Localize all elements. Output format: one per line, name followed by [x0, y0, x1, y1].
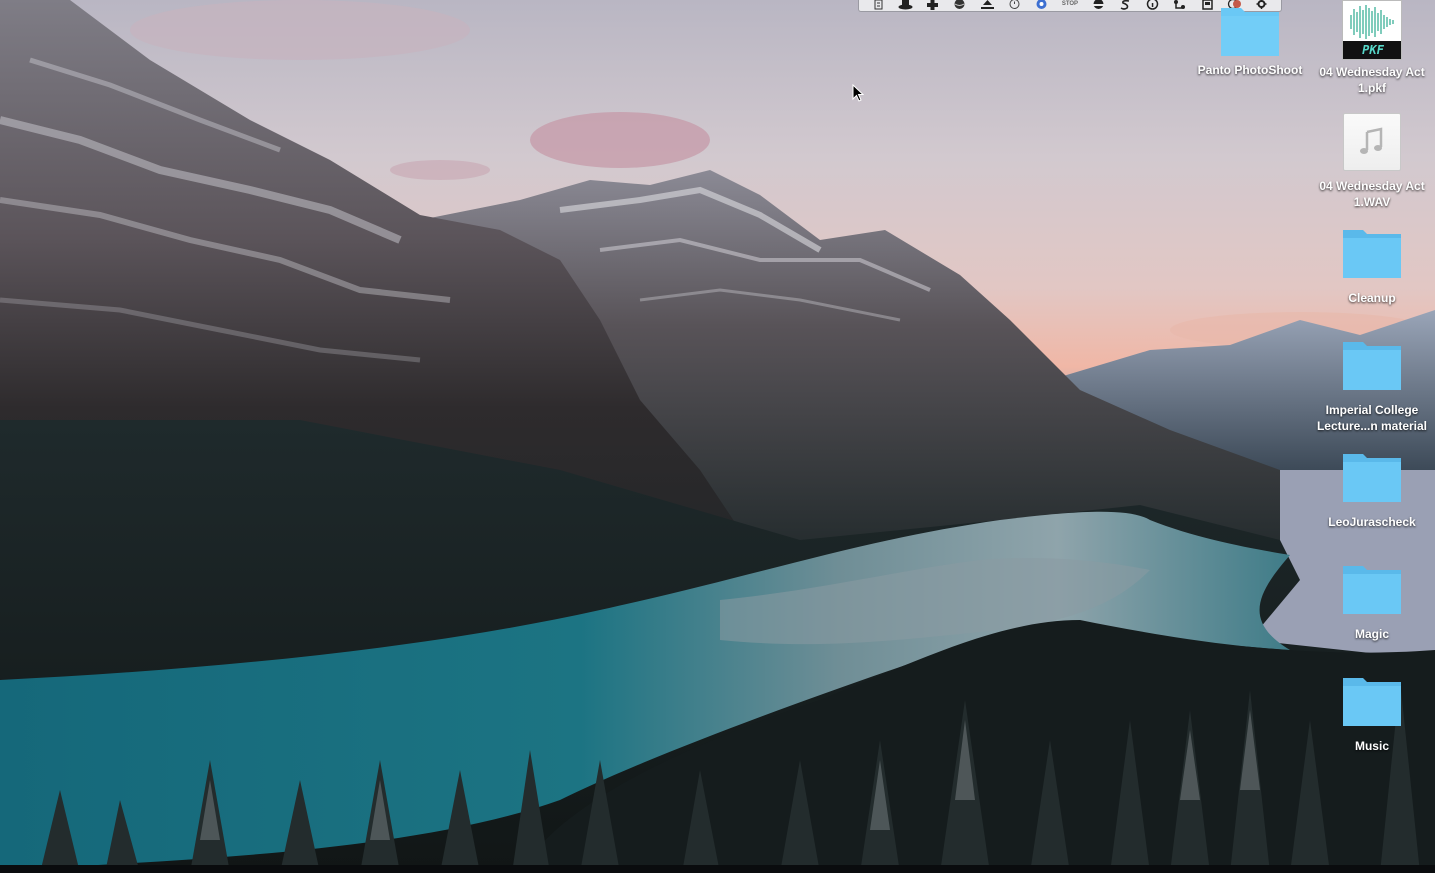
s-icon[interactable] [1118, 0, 1133, 11]
desktop-item-imperial-college[interactable]: Imperial College Lecture...n material [1312, 334, 1432, 434]
hat-icon[interactable] [898, 0, 913, 11]
folder-icon [1340, 558, 1404, 622]
notes-icon[interactable] [871, 0, 886, 11]
desktop-item-label: Cleanup [1348, 291, 1396, 305]
folder-icon [1340, 446, 1404, 510]
chrome-like-icon[interactable] [1034, 0, 1049, 11]
desktop-item-leojurascheck[interactable]: LeoJurascheck [1312, 446, 1432, 530]
folder-icon [1340, 334, 1404, 398]
clock-icon[interactable] [1007, 0, 1022, 11]
desktop-item-label: LeoJurascheck [1328, 515, 1416, 529]
desktop-wallpaper [0, 0, 1435, 873]
music-note-icon [1360, 127, 1383, 154]
folder-icon [1340, 222, 1404, 286]
desktop-item-label: Panto PhotoShoot [1197, 63, 1303, 77]
desktop-item-cleanup[interactable]: Cleanup [1312, 222, 1432, 306]
info-icon[interactable] [1145, 0, 1160, 11]
folder-icon [1340, 670, 1404, 734]
desktop-item-magic[interactable]: Magic [1312, 558, 1432, 642]
desktop-item-label: 04 Wednesday Act 1.pkf [1319, 65, 1425, 95]
desktop-item-wednesday-pkf[interactable]: PKF 04 Wednesday Act 1.pkf [1312, 0, 1432, 96]
desktop-item-music[interactable]: Music [1312, 670, 1432, 754]
desktop-item-label: Imperial College Lecture...n material [1316, 403, 1428, 433]
half-circle-icon[interactable] [1091, 0, 1106, 11]
desktop-item-label: Magic [1354, 627, 1389, 641]
desktop-item-panto-photoshoot[interactable]: Panto PhotoShoot [1190, 0, 1310, 78]
branch-icon[interactable] [1172, 0, 1187, 11]
screen-bottom-edge [0, 865, 1435, 873]
desktop-item-wednesday-wav[interactable]: 04 Wednesday Act 1.WAV [1312, 110, 1432, 210]
plus-cross-icon[interactable] [925, 0, 940, 11]
upload-icon[interactable] [980, 0, 995, 11]
folder-icon [1218, 0, 1282, 58]
mouse-cursor-icon [852, 84, 864, 102]
desktop-item-label: 04 Wednesday Act 1.WAV [1319, 179, 1425, 209]
stop-icon[interactable]: STOP [1061, 0, 1079, 11]
pkf-badge: PKF [1343, 41, 1401, 59]
pkf-file-icon: PKF [1340, 0, 1404, 60]
desktop-item-label: Music [1354, 739, 1389, 753]
audio-file-icon [1340, 110, 1404, 174]
sphere-icon[interactable] [952, 0, 967, 11]
